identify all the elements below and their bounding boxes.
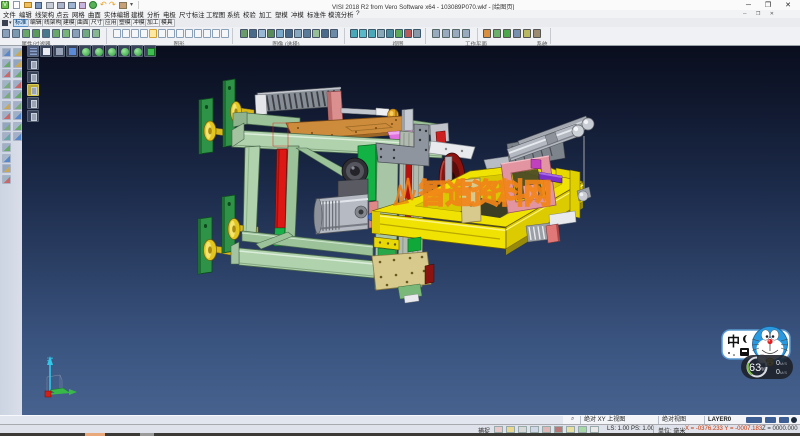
svg-text:中: 中	[727, 334, 740, 349]
svg-text:%: %	[761, 367, 766, 373]
svg-text:0M/S: 0M/S	[776, 369, 787, 376]
svg-text:0M/S: 0M/S	[776, 360, 787, 367]
svg-text:63: 63	[749, 362, 761, 374]
svg-text:智造资料网: 智造资料网	[419, 178, 551, 209]
